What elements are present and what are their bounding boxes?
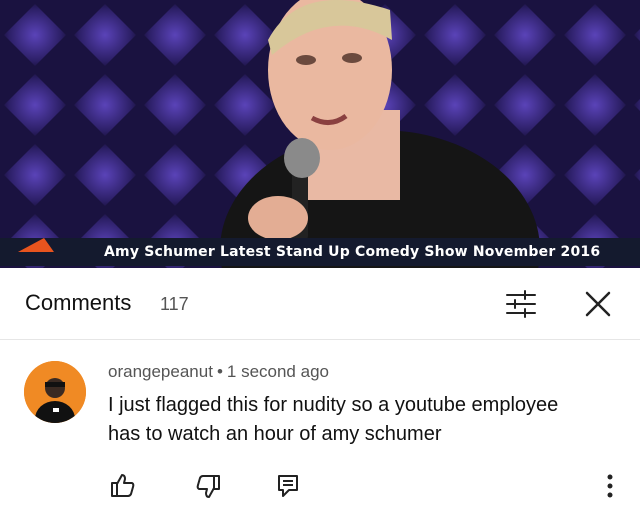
reply-icon[interactable] <box>277 474 299 503</box>
comment-meta: orangepeanut • 1 second ago <box>108 362 329 382</box>
video-player[interactable]: Amy Schumer Latest Stand Up Comedy Show … <box>0 0 640 268</box>
more-icon[interactable] <box>606 474 614 503</box>
comments-count: 117 <box>160 294 189 314</box>
comment-author[interactable]: orangepeanut <box>108 362 213 381</box>
comment-body: I just flagged this for nudity so a yout… <box>108 391 618 449</box>
comment-line: has to watch an hour of amy schumer <box>108 423 442 445</box>
video-caption: Amy Schumer Latest Stand Up Comedy Show … <box>104 244 601 260</box>
close-icon[interactable] <box>584 290 612 323</box>
video-frame-image <box>0 0 640 268</box>
header-divider <box>0 339 640 340</box>
meta-separator: • <box>216 362 223 381</box>
comments-title: Comments <box>25 290 132 315</box>
like-icon[interactable] <box>110 472 136 503</box>
avatar[interactable] <box>24 361 86 423</box>
comment-time: 1 second ago <box>226 362 329 381</box>
dislike-icon[interactable] <box>195 474 221 505</box>
sort-filter-icon[interactable] <box>505 289 537 324</box>
comment-line: I just flagged this for nudity so a yout… <box>108 394 559 416</box>
